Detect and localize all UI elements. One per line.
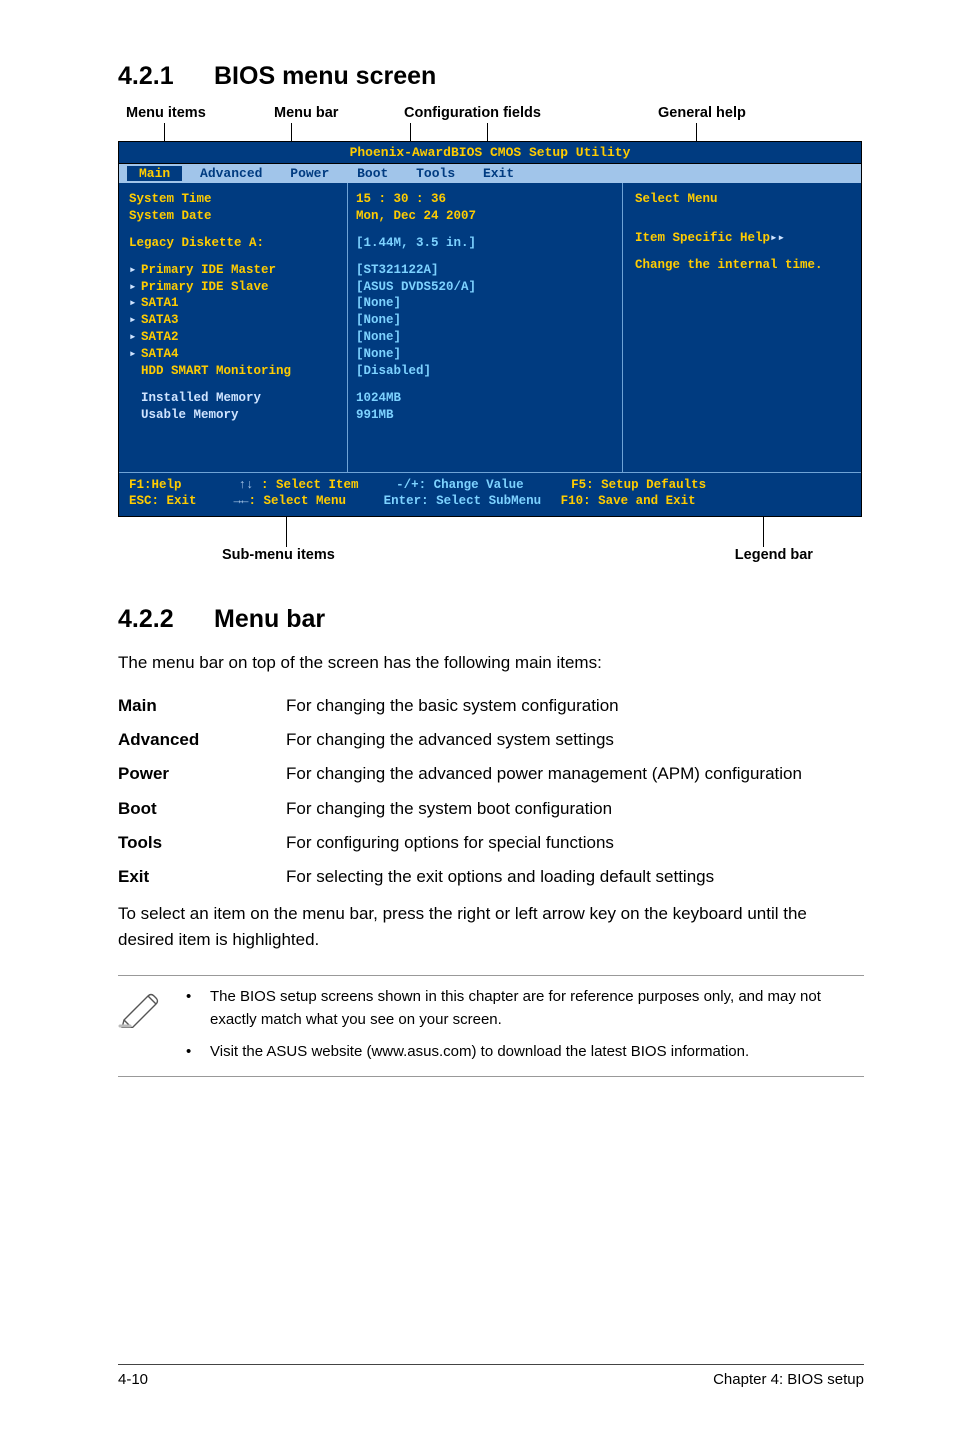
label-menu-bar: Menu bar (274, 105, 404, 121)
label-menu-items: Menu items (126, 105, 274, 121)
note-list: •The BIOS setup screens shown in this ch… (180, 986, 864, 1064)
paragraph-intro: The menu bar on top of the screen has th… (118, 650, 864, 676)
val-sata3: [None] (356, 312, 614, 329)
note-pencil-icon (118, 986, 180, 1064)
help-item-specific: Item Specific Help▸▸ (635, 230, 851, 247)
paragraph-select: To select an item on the menu bar, press… (118, 901, 864, 954)
bios-annotation-labels-bottom: Sub-menu items Legend bar (126, 547, 864, 563)
menu-definitions: MainFor changing the basic system config… (118, 693, 802, 899)
section-heading-421: 4.2.1BIOS menu screen (118, 62, 864, 91)
tab-power: Power (280, 166, 339, 181)
tab-main: Main (127, 166, 182, 181)
tab-advanced: Advanced (190, 166, 272, 181)
section-number: 4.2.1 (118, 62, 214, 91)
bios-config-column: 15 : 30 : 36 Mon, Dec 24 2007 [1.44M, 3.… (347, 183, 623, 472)
item-primary-ide-master: ▸Primary IDE Master (129, 262, 341, 279)
val-sata1: [None] (356, 295, 614, 312)
submenu-arrow-icon: ▸ (129, 312, 141, 329)
note-item-1: •The BIOS setup screens shown in this ch… (180, 986, 864, 1031)
def-term-exit: Exit (118, 864, 286, 898)
label-general-help: General help (658, 105, 746, 121)
submenu-arrow-icon (129, 363, 141, 380)
bios-help-column: Select Menu Item Specific Help▸▸ Change … (623, 183, 861, 472)
label-config-fields: Configuration fields (404, 105, 658, 121)
val-installed-memory: 1024MB (356, 390, 614, 407)
submenu-arrow-icon: ▸ (129, 346, 141, 363)
arrow-updown-icon: ↑↓ (231, 478, 261, 492)
submenu-arrow-icon: ▸ (129, 279, 141, 296)
label-submenu-items: Sub-menu items (222, 547, 335, 563)
page-number: 4-10 (118, 1371, 148, 1388)
val-hdd-smart: [Disabled] (356, 363, 614, 380)
def-desc-boot: For changing the system boot configurati… (286, 796, 802, 830)
def-term-main: Main (118, 693, 286, 727)
bios-menu-bar: Main Advanced Power Boot Tools Exit (119, 164, 861, 183)
legend-row-2: ESC: Exit →←: Select Menu Enter: Select … (129, 493, 853, 510)
tab-tools: Tools (406, 166, 465, 181)
val-usable-memory: 991MB (356, 407, 614, 424)
arrow-leftright-icon: →← (226, 494, 249, 508)
val-primary-ide-slave: [ASUS DVDS520/A] (356, 279, 614, 296)
submenu-arrow-icon: ▸ (129, 262, 141, 279)
item-installed-memory: Installed Memory (129, 390, 341, 407)
help-select-menu: Select Menu (635, 191, 851, 208)
label-legend-bar: Legend bar (735, 547, 813, 563)
submenu-arrow-icon: ▸ (129, 329, 141, 346)
val-primary-ide-master: [ST321122A] (356, 262, 614, 279)
def-desc-main: For changing the basic system configurat… (286, 693, 802, 727)
bios-screen: Phoenix-AwardBIOS CMOS Setup Utility Mai… (118, 141, 862, 517)
def-desc-power: For changing the advanced power manageme… (286, 761, 802, 795)
bios-legend-bar: F1:Help ↑↓ : Select Item -/+: Change Val… (119, 472, 861, 517)
val-sata2: [None] (356, 329, 614, 346)
item-system-time: System Time (129, 191, 341, 208)
tab-exit: Exit (473, 166, 524, 181)
def-desc-exit: For selecting the exit options and loadi… (286, 864, 802, 898)
help-arrows-icon: ▸▸ (770, 231, 785, 245)
bios-annotation-labels-top: Menu items Menu bar Configuration fields… (126, 105, 864, 121)
item-sata3: ▸SATA3 (129, 312, 341, 329)
item-sata4: ▸SATA4 (129, 346, 341, 363)
section-title: Menu bar (214, 605, 325, 633)
legend-row-1: F1:Help ↑↓ : Select Item -/+: Change Val… (129, 477, 853, 494)
val-legacy-diskette: [1.44M, 3.5 in.] (356, 235, 614, 252)
annotation-ticks-top (126, 123, 864, 141)
def-desc-advanced: For changing the advanced system setting… (286, 727, 802, 761)
def-term-power: Power (118, 761, 286, 795)
chapter-label: Chapter 4: BIOS setup (713, 1371, 864, 1388)
bios-title-bar: Phoenix-AwardBIOS CMOS Setup Utility (119, 142, 861, 164)
def-desc-tools: For configuring options for special func… (286, 830, 802, 864)
help-text: Change the internal time. (635, 257, 851, 274)
section-heading-422: 4.2.2Menu bar (118, 605, 864, 634)
item-sata1: ▸SATA1 (129, 295, 341, 312)
bios-body: System Time System Date Legacy Diskette … (119, 183, 861, 472)
val-system-time: 15 : 30 : 36 (356, 191, 614, 208)
note-item-2: •Visit the ASUS website (www.asus.com) t… (180, 1041, 864, 1064)
item-hdd-smart: HDD SMART Monitoring (129, 363, 341, 380)
def-term-tools: Tools (118, 830, 286, 864)
section-number: 4.2.2 (118, 605, 214, 634)
tab-boot: Boot (347, 166, 398, 181)
bullet-icon: • (180, 1041, 210, 1064)
item-usable-memory: Usable Memory (129, 407, 341, 424)
item-legacy-diskette: Legacy Diskette A: (129, 235, 341, 252)
submenu-arrow-icon: ▸ (129, 295, 141, 312)
annotation-ticks-bottom (126, 517, 864, 547)
item-sata2: ▸SATA2 (129, 329, 341, 346)
def-term-boot: Boot (118, 796, 286, 830)
item-system-date: System Date (129, 208, 341, 225)
note-block: •The BIOS setup screens shown in this ch… (118, 975, 864, 1077)
page-footer: 4-10 Chapter 4: BIOS setup (0, 1364, 954, 1388)
val-system-date: Mon, Dec 24 2007 (356, 208, 614, 225)
item-primary-ide-slave: ▸Primary IDE Slave (129, 279, 341, 296)
val-sata4: [None] (356, 346, 614, 363)
def-term-advanced: Advanced (118, 727, 286, 761)
bios-left-column: System Time System Date Legacy Diskette … (119, 183, 347, 472)
section-title: BIOS menu screen (214, 62, 436, 90)
bullet-icon: • (180, 986, 210, 1031)
